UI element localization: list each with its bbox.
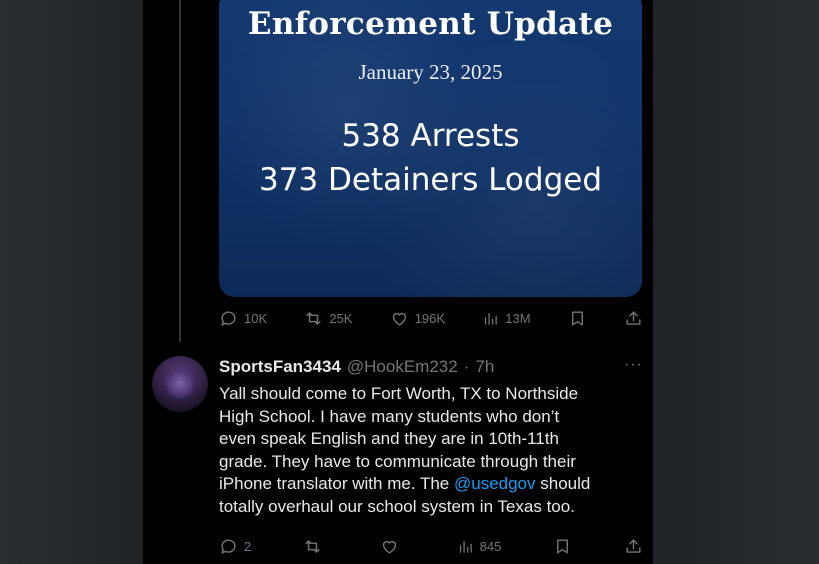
reply-text: Yall should come to Fort Worth, TX to No… xyxy=(219,383,649,518)
reply-icon xyxy=(221,538,236,554)
share-button[interactable] xyxy=(624,309,643,328)
user-handle[interactable]: @HookEm232 xyxy=(347,357,458,377)
timestamp[interactable]: 7h xyxy=(475,357,494,377)
avatar[interactable] xyxy=(152,356,208,412)
media-date: January 23, 2025 xyxy=(358,60,503,84)
views-icon xyxy=(459,540,472,553)
views-count: 845 xyxy=(479,538,502,554)
repost-icon xyxy=(306,311,321,325)
reply-count: 10K xyxy=(244,310,268,326)
views-icon xyxy=(485,312,498,325)
media-title: Enforcement Update xyxy=(247,6,614,42)
views-button[interactable]: 845 xyxy=(457,538,502,555)
share-icon xyxy=(626,310,641,325)
share-icon xyxy=(626,538,641,553)
reply-action-bar: 2 845 xyxy=(219,536,643,556)
reply-icon xyxy=(221,310,236,326)
bookmark-icon xyxy=(557,538,569,554)
bookmark-icon xyxy=(571,310,583,326)
post-media-image[interactable]: Enforcement Update January 23, 2025 538 … xyxy=(219,0,642,297)
media-stat-arrests: 538 Arrests xyxy=(341,118,520,154)
reply-count: 2 xyxy=(244,538,252,554)
reply-text-line: High School. I have many students who do… xyxy=(219,406,560,426)
display-name[interactable]: SportsFan3434 xyxy=(219,357,341,377)
views-count: 13M xyxy=(505,310,531,326)
repost-button[interactable] xyxy=(303,537,328,556)
reply-text-segment: iPhone translator with me. The xyxy=(219,474,454,493)
reply-text-line: even speak English and they are in 10th-… xyxy=(219,429,559,448)
media-stat-detainers: 373 Detainers Lodged xyxy=(259,162,602,198)
tweet-thread: Enforcement Update January 23, 2025 538 … xyxy=(143,0,653,564)
reply-button[interactable]: 2 xyxy=(219,537,251,556)
like-button[interactable] xyxy=(380,537,405,556)
repost-count: 25K xyxy=(329,310,353,326)
heart-icon xyxy=(392,312,406,326)
reply-text-line: Yall should come to Fort Worth, TX to No… xyxy=(219,384,579,403)
like-count: 196K xyxy=(414,310,446,326)
reply-text-line: iPhone translator with me. The @usedgov … xyxy=(219,473,649,496)
bookmark-button[interactable] xyxy=(553,537,572,556)
reply-text-line: grade. They have to communicate through … xyxy=(219,451,576,471)
share-button[interactable] xyxy=(624,537,643,556)
separator-dot: · xyxy=(463,357,470,376)
reply-text-segment: should xyxy=(535,474,591,493)
reply-text-line: totally overhaul our school system in Te… xyxy=(219,496,575,516)
thread-connector-line xyxy=(179,0,181,342)
heart-icon xyxy=(382,540,397,554)
views-button[interactable]: 13M xyxy=(482,310,531,327)
more-options-icon[interactable]: ··· xyxy=(624,356,643,374)
reply-button[interactable]: 10K xyxy=(219,309,267,328)
like-button[interactable]: 196K xyxy=(390,309,445,328)
bookmark-button[interactable] xyxy=(568,309,587,328)
repost-button[interactable]: 25K xyxy=(304,309,352,328)
avatar-image xyxy=(166,366,194,400)
post-action-bar: 10K 25K 196K 13M xyxy=(219,308,643,328)
reply-header: SportsFan3434 @HookEm232 · 7h ··· xyxy=(219,356,643,378)
repost-icon xyxy=(305,539,320,553)
mention-link[interactable]: @usedgov xyxy=(454,474,536,493)
